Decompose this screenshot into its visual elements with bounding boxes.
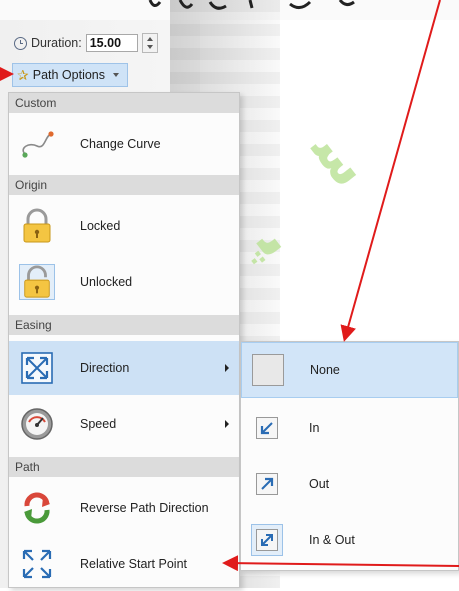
speed-label: Speed	[80, 417, 117, 431]
none-label: None	[310, 363, 340, 377]
duration-input[interactable]: 15.00	[85, 34, 138, 52]
submenu-item-out[interactable]: Out	[241, 456, 458, 512]
chevron-down-icon	[113, 73, 119, 77]
path-options-button[interactable]: ✰ Path Options	[12, 63, 128, 87]
star-path-icon: ✰	[17, 67, 29, 83]
direction-label: Direction	[80, 361, 130, 375]
menu-item-reverse-path[interactable]: Reverse Path Direction	[9, 481, 239, 535]
unlocked-label: Unlocked	[80, 275, 133, 289]
watermark-glyph: ﺳ	[300, 118, 383, 199]
menu-item-unlocked[interactable]: Unlocked	[9, 255, 239, 309]
locked-label: Locked	[80, 219, 121, 233]
menu-item-direction[interactable]: Direction	[9, 341, 239, 395]
direction-submenu: None In Out In & Out	[240, 341, 459, 571]
menu-item-change-curve[interactable]: Change Curve	[9, 117, 239, 171]
path-options-label: Path Options	[32, 68, 105, 82]
section-path: Path	[9, 457, 239, 477]
reverse-path-label: Reverse Path Direction	[80, 501, 209, 515]
duration-label: Duration:	[31, 36, 82, 50]
chevron-right-icon	[225, 364, 229, 372]
reverse-arrows-icon	[19, 490, 55, 526]
duration-spinner[interactable]	[141, 33, 158, 53]
curve-icon	[19, 126, 55, 162]
relative-start-icon	[19, 546, 55, 582]
change-curve-label: Change Curve	[80, 137, 161, 151]
submenu-item-none[interactable]: None	[241, 342, 458, 398]
arrow-out-icon	[251, 468, 283, 500]
none-icon	[252, 354, 284, 386]
expand-arrows-icon	[19, 350, 55, 386]
cropped-top-text	[148, 0, 355, 10]
menu-item-relative-start[interactable]: Relative Start Point	[9, 537, 239, 591]
padlock-closed-icon	[19, 208, 55, 244]
arrow-in-icon	[251, 412, 283, 444]
duration-row: Duration: 15.00	[14, 32, 158, 54]
submenu-item-in[interactable]: In	[241, 400, 458, 456]
section-custom: Custom	[9, 93, 239, 113]
path-options-menu: Custom Change Curve Origin Locked Unlock…	[8, 92, 240, 588]
submenu-item-in-out[interactable]: In & Out	[241, 512, 458, 568]
relative-start-label: Relative Start Point	[80, 557, 187, 571]
clock-icon	[14, 36, 27, 50]
in-label: In	[309, 421, 320, 435]
in-out-label: In & Out	[309, 533, 355, 547]
menu-item-speed[interactable]: Speed	[9, 397, 239, 451]
arrow-in-out-icon	[251, 524, 283, 556]
out-label: Out	[309, 477, 330, 491]
chevron-right-icon	[225, 420, 229, 428]
padlock-open-icon	[19, 264, 55, 300]
section-easing: Easing	[9, 315, 239, 335]
speedometer-icon	[19, 406, 55, 442]
menu-item-locked[interactable]: Locked	[9, 199, 239, 253]
section-origin: Origin	[9, 175, 239, 195]
